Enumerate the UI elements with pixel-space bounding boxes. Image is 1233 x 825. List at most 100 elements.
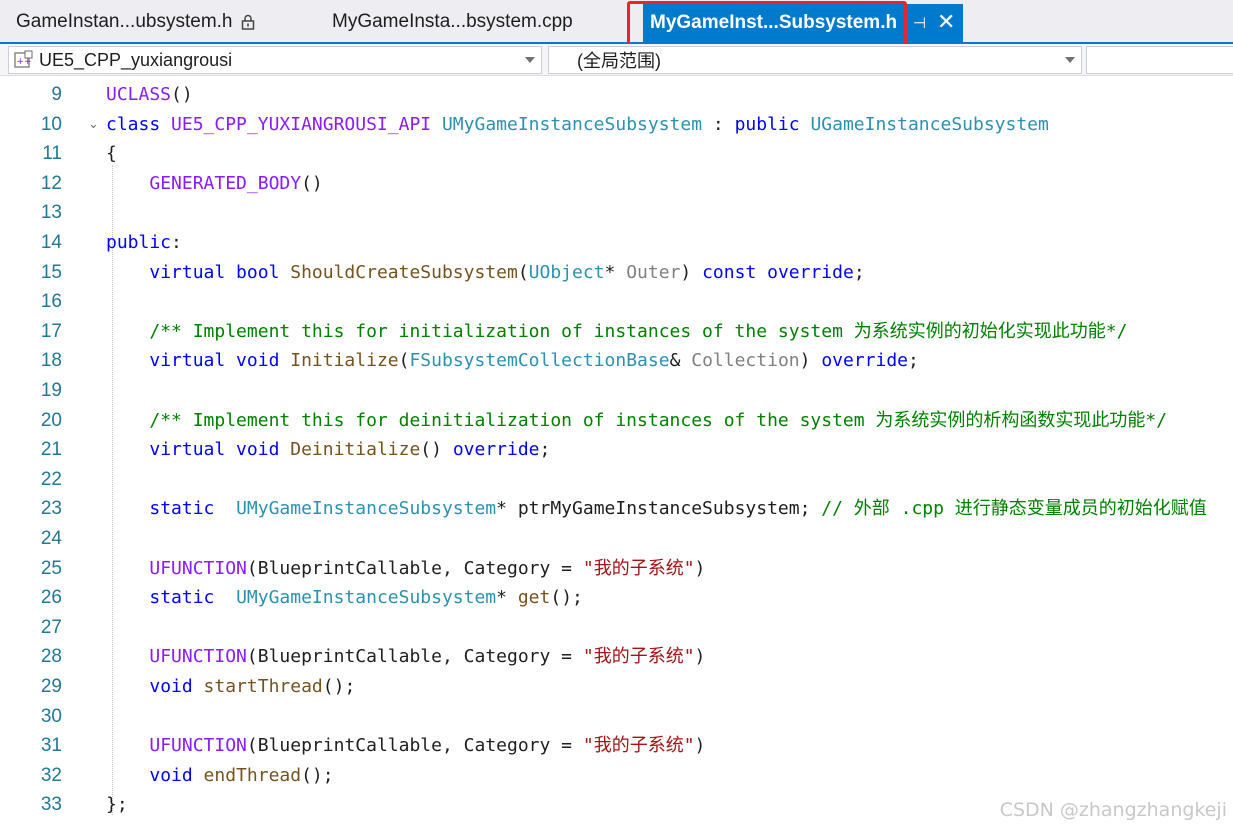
code-token: "我的子系统": [582, 646, 695, 668]
code-token: FSubsystemCollectionBase: [409, 350, 670, 372]
code-line[interactable]: 22: [0, 465, 1233, 494]
line-number: 15: [40, 261, 62, 283]
code-line[interactable]: 12 GENERATED_BODY(): [0, 169, 1233, 198]
line-number: 30: [40, 705, 62, 727]
code-text: void startThread();: [106, 672, 355, 701]
code-token: // 外部 .cpp 进行静态变量成员的初始化赋值: [821, 498, 1207, 520]
line-number: 24: [40, 528, 62, 549]
close-icon[interactable]: ✕: [937, 9, 955, 35]
code-token: (BlueprintCallable, Category =: [246, 557, 583, 579]
code-token: ShouldCreateSubsystem: [290, 261, 518, 283]
code-line[interactable]: 18 virtual void Initialize(FSubsystemCol…: [0, 346, 1233, 375]
tab-label: MyGameInst...Subsystem.h: [650, 12, 898, 33]
code-token: static: [149, 498, 237, 520]
code-token: UMyGameInstanceSubsystem: [236, 498, 497, 520]
code-token: startThread: [203, 676, 323, 697]
code-token: UCLASS: [106, 84, 172, 105]
code-line[interactable]: 21 virtual void Deinitialize() override;: [0, 435, 1233, 464]
code-token: UMyGameInstanceSubsystem: [236, 587, 497, 609]
tab-mygameinstance-subsystem-h-active[interactable]: MyGameInst...Subsystem.h ⊣ ✕: [643, 4, 963, 42]
code-token: ): [799, 350, 822, 372]
code-token: endThread: [203, 764, 302, 786]
code-line[interactable]: 24: [0, 524, 1233, 553]
tab-label: GameInstan...ubsystem.h: [16, 11, 233, 32]
code-text: UFUNCTION(BlueprintCallable, Category = …: [106, 554, 705, 583]
code-text: static UMyGameInstanceSubsystem* get();: [106, 583, 583, 612]
code-line[interactable]: 28 UFUNCTION(BlueprintCallable, Category…: [0, 642, 1233, 671]
code-token: public: [106, 232, 172, 253]
code-token: /** Implement this for initialization of…: [149, 320, 1128, 342]
code-token: override: [452, 439, 540, 461]
line-number: 11: [42, 143, 62, 165]
code-token: Outer: [626, 261, 681, 283]
line-number: 9: [51, 84, 62, 105]
code-token: (BlueprintCallable, Category =: [246, 646, 583, 668]
code-line[interactable]: 11 {: [0, 139, 1233, 168]
code-line[interactable]: 32 void endThread();: [0, 761, 1233, 790]
code-text: virtual bool ShouldCreateSubsystem(UObje…: [106, 258, 864, 287]
tab-gameinstance-subsystem-h[interactable]: GameInstan...ubsystem.h: [8, 4, 260, 40]
member-dropdown[interactable]: [1086, 46, 1233, 74]
tab-mygameinstance-subsystem-cpp[interactable]: MyGameInsta...bsystem.cpp: [320, 4, 620, 40]
project-dropdown[interactable]: ++ UE5_CPP_yuxiangrousi: [8, 46, 542, 74]
pin-icon[interactable]: ⊣: [913, 14, 926, 32]
line-number: 14: [40, 232, 62, 253]
code-editor[interactable]: 9 UCLASS() 10 ⌄ class UE5_CPP_YUXIANGROUSI_A…: [0, 78, 1233, 825]
code-token: UE5_CPP_YUXIANGROUSI_API: [171, 113, 442, 135]
code-text: };: [106, 790, 128, 819]
project-icon: ++: [14, 50, 33, 68]
code-token: UGameInstanceSubsystem: [810, 113, 1049, 135]
tab-label: MyGameInsta...bsystem.cpp: [332, 11, 573, 32]
line-number: 27: [40, 616, 62, 638]
code-line[interactable]: 14 public:: [0, 228, 1233, 257]
code-token: const override: [702, 261, 854, 283]
code-token: virtual void: [149, 439, 291, 461]
code-line[interactable]: 20 /** Implement this for deinitializati…: [0, 406, 1233, 435]
code-line[interactable]: 29 void startThread();: [0, 672, 1233, 701]
code-line[interactable]: 9 UCLASS(): [0, 80, 1233, 109]
line-number: 13: [40, 202, 62, 224]
code-token: virtual void: [149, 350, 291, 372]
line-number: 25: [40, 557, 62, 579]
code-line[interactable]: 25 UFUNCTION(BlueprintCallable, Category…: [0, 554, 1233, 583]
line-number: 21: [40, 439, 62, 461]
code-token: :: [702, 113, 735, 135]
project-name: UE5_CPP_yuxiangrousi: [39, 49, 233, 70]
code-line[interactable]: 23 static UMyGameInstanceSubsystem* ptrM…: [0, 494, 1233, 523]
code-line[interactable]: 13: [0, 198, 1233, 227]
code-text: /** Implement this for initialization of…: [106, 317, 1127, 346]
code-text: UCLASS(): [106, 80, 193, 109]
code-line[interactable]: 30: [0, 702, 1233, 731]
code-text: virtual void Initialize(FSubsystemCollec…: [106, 346, 919, 375]
code-token: UFUNCTION: [149, 735, 247, 757]
lock-icon: [241, 14, 255, 30]
scope-dropdown[interactable]: (全局范围): [548, 46, 1082, 74]
fold-toggle-icon[interactable]: ⌄: [88, 110, 99, 139]
code-line[interactable]: 19: [0, 376, 1233, 405]
code-line[interactable]: 10 ⌄ class UE5_CPP_YUXIANGROUSI_API UMyGam…: [0, 110, 1233, 139]
code-line[interactable]: 15 virtual bool ShouldCreateSubsystem(UO…: [0, 258, 1233, 287]
code-token: void: [149, 764, 204, 786]
chevron-down-icon: [1065, 57, 1075, 63]
line-number: 31: [40, 735, 62, 757]
code-line[interactable]: 31 UFUNCTION(BlueprintCallable, Category…: [0, 731, 1233, 760]
line-number: 16: [40, 291, 62, 313]
line-number: 17: [40, 320, 62, 342]
code-line[interactable]: 16: [0, 287, 1233, 316]
code-token: ;: [539, 439, 551, 461]
code-token: Deinitialize: [290, 439, 421, 461]
code-line[interactable]: 26 static UMyGameInstanceSubsystem* get(…: [0, 583, 1233, 612]
line-number: 18: [40, 350, 62, 372]
code-line[interactable]: 17 /** Implement this for initialization…: [0, 317, 1233, 346]
scope-name: (全局范围): [577, 51, 661, 71]
code-token: (): [301, 172, 323, 194]
code-line[interactable]: 27: [0, 613, 1233, 642]
code-token: public: [734, 113, 811, 135]
code-token: virtual bool: [149, 261, 291, 283]
code-text: static UMyGameInstanceSubsystem* ptrMyGa…: [106, 494, 1207, 523]
code-token: {: [106, 143, 117, 165]
